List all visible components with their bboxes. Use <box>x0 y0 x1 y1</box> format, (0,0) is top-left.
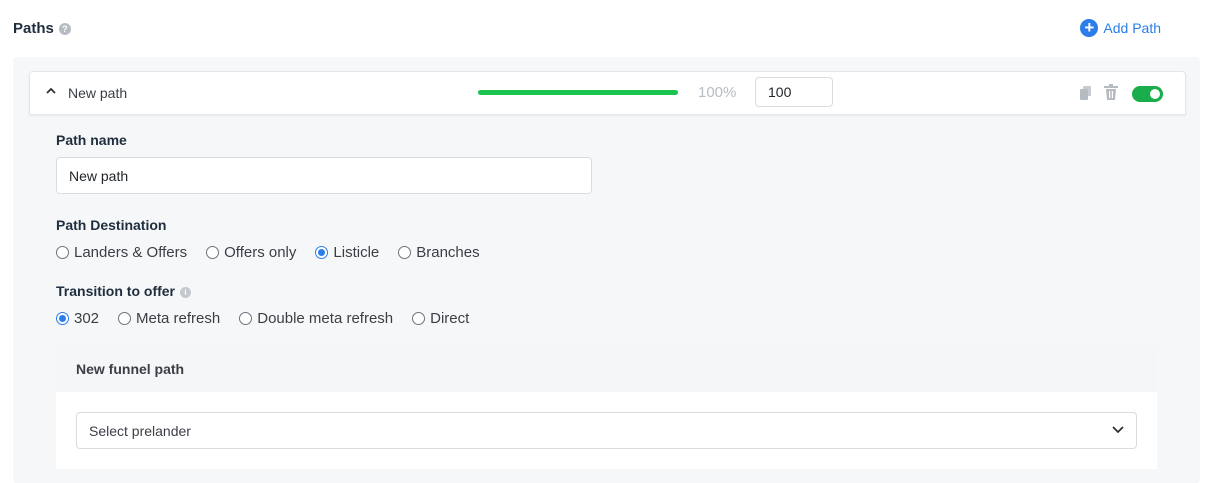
transition-option-double-meta-refresh[interactable]: Double meta refresh <box>239 310 393 327</box>
radio-button[interactable] <box>398 246 412 259</box>
weight-progress-fill <box>478 90 678 95</box>
radio-button-selected[interactable] <box>56 312 69 325</box>
question-circle-icon[interactable]: ? <box>58 22 71 35</box>
copy-icon[interactable] <box>1080 86 1091 100</box>
transition-label: Transition to offer <box>56 283 175 299</box>
destination-radio-group: Landers & Offers Offers only Listicle Br… <box>56 244 499 261</box>
funnel-path-header: New funnel path <box>56 346 1157 392</box>
path-destination-label: Path Destination <box>56 217 167 233</box>
destination-option-label: Listicle <box>333 244 380 261</box>
radio-button[interactable] <box>239 312 253 325</box>
path-enabled-toggle[interactable] <box>1132 86 1163 102</box>
radio-button[interactable] <box>118 312 132 325</box>
prelander-select[interactable]: Select prelander <box>76 412 1137 449</box>
paths-header: Paths ? <box>13 20 71 37</box>
chevron-down-icon <box>1112 426 1124 434</box>
weight-progress-bar <box>478 90 678 95</box>
destination-option-label: Offers only <box>224 244 297 261</box>
destination-option-landers-offers[interactable]: Landers & Offers <box>56 244 187 261</box>
transition-radio-group: 302 Meta refresh Double meta refresh Dir… <box>56 310 488 327</box>
chevron-up-icon[interactable] <box>46 86 56 96</box>
radio-button[interactable] <box>56 246 69 259</box>
transition-option-label: Meta refresh <box>136 310 221 327</box>
destination-option-label: Branches <box>416 244 480 261</box>
transition-option-meta-refresh[interactable]: Meta refresh <box>118 310 220 327</box>
paths-title: Paths <box>13 20 54 37</box>
path-name-input[interactable] <box>56 157 592 194</box>
transition-option-direct[interactable]: Direct <box>412 310 469 327</box>
info-icon[interactable]: i <box>180 287 191 298</box>
weight-percentage: 100% <box>698 84 737 101</box>
path-name-label: Path name <box>56 132 127 148</box>
toggle-knob <box>1150 89 1160 99</box>
transition-option-label: Double meta refresh <box>257 310 394 327</box>
funnel-path-title: New funnel path <box>76 361 185 377</box>
transition-option-label: Direct <box>430 310 470 327</box>
radio-button-selected[interactable] <box>315 246 329 259</box>
radio-button[interactable] <box>412 312 426 325</box>
radio-button[interactable] <box>206 246 220 259</box>
path-title[interactable]: New path <box>68 85 127 101</box>
path-card-header: New path 100% <box>29 71 1186 115</box>
add-path-button[interactable]: + Add Path <box>1080 19 1161 37</box>
prelander-select-placeholder: Select prelander <box>89 423 191 439</box>
destination-option-offers-only[interactable]: Offers only <box>206 244 296 261</box>
trash-icon[interactable] <box>1104 84 1118 100</box>
destination-option-label: Landers & Offers <box>74 244 188 261</box>
weight-input[interactable] <box>755 77 833 107</box>
plus-circle-icon: + <box>1080 19 1099 37</box>
add-path-label: Add Path <box>1103 20 1161 36</box>
transition-option-label: 302 <box>74 310 100 327</box>
destination-option-listicle[interactable]: Listicle <box>315 244 379 261</box>
transition-option-302[interactable]: 302 <box>56 310 99 327</box>
transition-label-wrap: Transition to offer i <box>56 283 191 299</box>
path-panel: New path 100% Path name Path Destination… <box>13 57 1200 483</box>
destination-option-branches[interactable]: Branches <box>398 244 480 261</box>
funnel-path-box: New funnel path Select prelander <box>56 346 1157 469</box>
